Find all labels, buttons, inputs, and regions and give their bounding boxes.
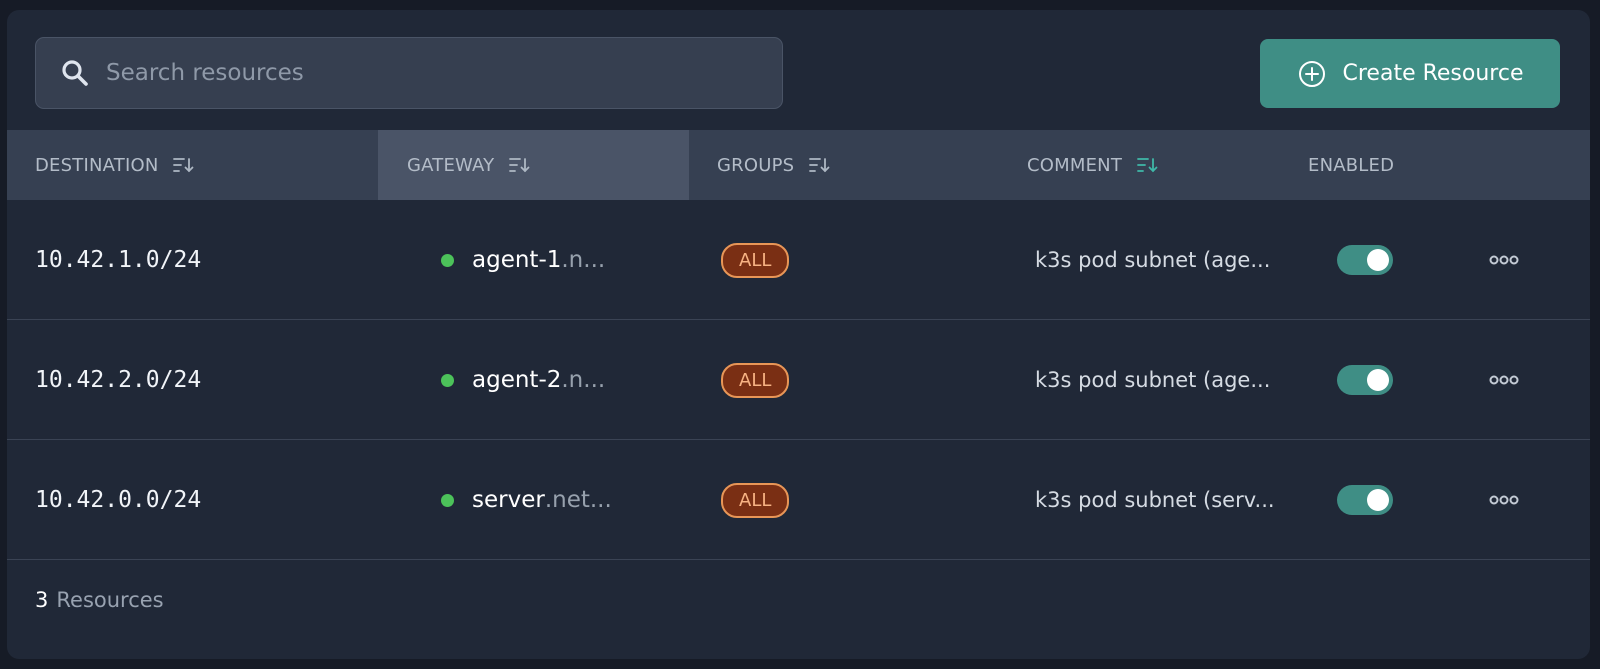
sort-descending-icon[interactable] xyxy=(172,156,194,174)
status-online-icon xyxy=(441,373,454,387)
column-enabled-label: ENABLED xyxy=(1308,154,1395,176)
destination-cell: 10.42.1.0/24 xyxy=(35,247,202,273)
comment-cell: k3s pod subnet (age... xyxy=(1035,368,1271,392)
group-badge: ALL xyxy=(721,362,790,398)
column-groups[interactable]: GROUPS xyxy=(717,130,830,200)
column-gateway-label: GATEWAY xyxy=(407,154,495,176)
destination-cell: 10.42.2.0/24 xyxy=(35,367,202,393)
sort-descending-icon[interactable] xyxy=(808,156,830,174)
group-badge: ALL xyxy=(721,482,790,518)
group-badge: ALL xyxy=(721,242,790,278)
groups-cell: ALL xyxy=(721,320,790,440)
table-header: DESTINATION GATEWAY GROUPS COMMENT ENABL… xyxy=(7,130,1590,200)
search-icon xyxy=(58,56,92,90)
table-row[interactable]: 10.42.1.0/24 agent-1 .n... ALL k3s pod su… xyxy=(7,200,1590,320)
column-groups-label: GROUPS xyxy=(717,154,795,176)
table-row[interactable]: 10.42.2.0/24 agent-2 .n... ALL k3s pod su… xyxy=(7,320,1590,440)
status-online-icon xyxy=(441,253,454,267)
column-destination-label: DESTINATION xyxy=(35,154,159,176)
more-horizontal-icon[interactable] xyxy=(1489,440,1519,560)
gateway-suffix: .net... xyxy=(544,487,612,513)
enabled-toggle[interactable] xyxy=(1337,440,1393,560)
more-horizontal-icon[interactable] xyxy=(1489,200,1519,320)
column-enabled: ENABLED xyxy=(1308,130,1394,200)
enabled-toggle[interactable] xyxy=(1337,320,1393,440)
resource-count-number: 3 xyxy=(35,588,49,612)
gateway-suffix: .n... xyxy=(561,367,606,393)
groups-cell: ALL xyxy=(721,200,790,320)
gateway-cell: server .net... xyxy=(441,440,612,560)
sort-descending-icon[interactable] xyxy=(1136,156,1158,174)
table-row[interactable]: 10.42.0.0/24 server .net... ALL k3s pod s… xyxy=(7,440,1590,560)
create-resource-label: Create Resource xyxy=(1342,61,1524,86)
gateway-suffix: .n... xyxy=(561,247,606,273)
more-horizontal-icon[interactable] xyxy=(1489,320,1519,440)
gateway-cell: agent-2 .n... xyxy=(441,320,605,440)
create-resource-button[interactable]: Create Resource xyxy=(1260,39,1560,108)
column-comment-label: COMMENT xyxy=(1027,154,1123,176)
column-comment[interactable]: COMMENT xyxy=(1027,130,1158,200)
status-online-icon xyxy=(441,493,454,507)
comment-cell: k3s pod subnet (age... xyxy=(1035,248,1271,272)
resources-panel: Create Resource DESTINATION GATEWAY GROU… xyxy=(7,10,1590,659)
sort-descending-icon[interactable] xyxy=(508,156,530,174)
gateway-cell: agent-1 .n... xyxy=(441,200,605,320)
groups-cell: ALL xyxy=(721,440,790,560)
comment-cell: k3s pod subnet (serv... xyxy=(1035,488,1275,512)
gateway-name: server xyxy=(472,487,545,513)
enabled-toggle[interactable] xyxy=(1337,200,1393,320)
gateway-name: agent-2 xyxy=(472,367,562,393)
search-input[interactable] xyxy=(106,38,782,108)
destination-cell: 10.42.0.0/24 xyxy=(35,487,202,513)
resource-count-label: Resources xyxy=(56,588,164,612)
resource-count: 3 Resources xyxy=(35,580,164,620)
column-gateway[interactable]: GATEWAY xyxy=(378,130,689,200)
column-destination[interactable]: DESTINATION xyxy=(35,130,194,200)
plus-circle-icon xyxy=(1297,59,1327,89)
gateway-name: agent-1 xyxy=(472,247,562,273)
search-box[interactable] xyxy=(35,37,783,109)
